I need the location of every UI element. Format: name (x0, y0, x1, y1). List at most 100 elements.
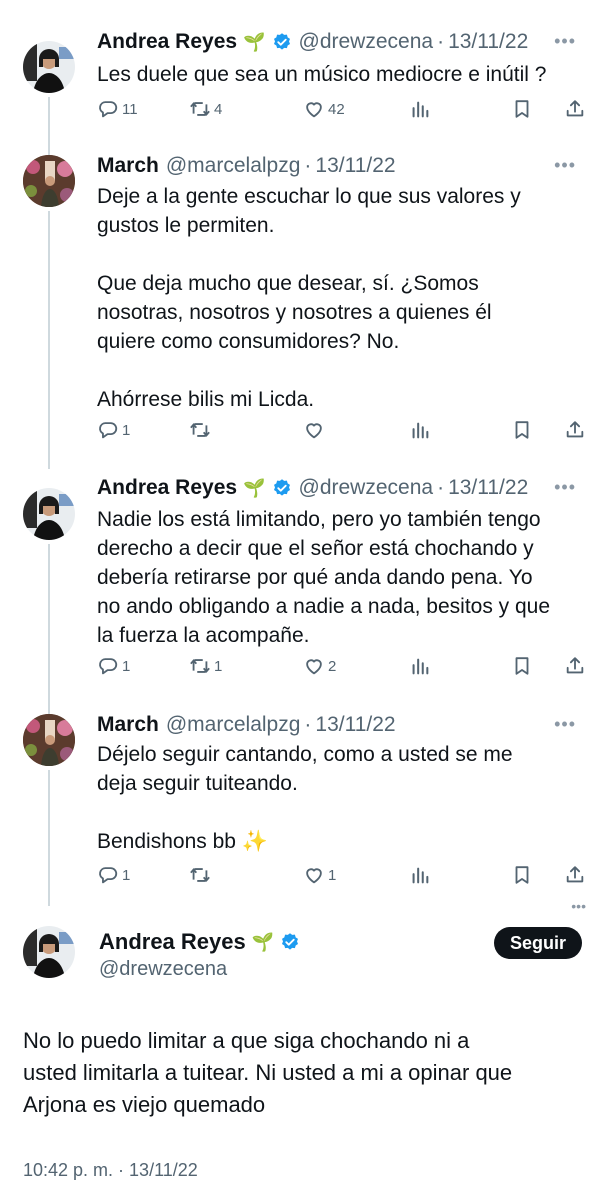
retweet-icon (189, 655, 211, 677)
reply-icon (97, 98, 119, 120)
heart-icon (303, 655, 325, 677)
more-icon[interactable]: ••• (554, 477, 576, 498)
tweet-date[interactable]: 13/11/22 (315, 154, 395, 178)
retweet-count: 1 (214, 657, 223, 675)
tweet-4[interactable]: March @marcelalpzg · 13/11/22 ••• Déjelo… (0, 712, 592, 906)
bookmark-button[interactable] (511, 864, 533, 886)
separator-dot: · (304, 154, 312, 177)
author-handle[interactable]: @drewzecena (299, 476, 434, 500)
tweet-date[interactable]: 13/11/22 (448, 30, 528, 54)
share-button[interactable] (564, 98, 586, 120)
main-tweet-text: No lo puedo limitar a que siga chochando… (23, 1025, 583, 1121)
avatar[interactable] (23, 926, 75, 978)
seedling-emoji: 🌱 (243, 31, 266, 52)
verified-badge-icon (272, 478, 292, 498)
reply-button[interactable]: 1 (97, 655, 130, 677)
like-count: 2 (328, 657, 337, 675)
action-bar: 1 1 (97, 864, 592, 888)
views-button[interactable] (409, 98, 431, 120)
like-button[interactable]: 2 (303, 655, 336, 677)
bookmark-icon (511, 98, 533, 120)
main-author-handle[interactable]: @drewzecena (99, 958, 227, 981)
views-button[interactable] (409, 864, 431, 886)
reply-count: 1 (122, 421, 131, 439)
tweet-header: March @marcelalpzg · 13/11/22 (97, 712, 396, 738)
verified-badge-icon (280, 932, 300, 952)
retweet-button[interactable]: 4 (189, 98, 222, 120)
text-line: Ahórrese bilis mi Licda. (97, 388, 315, 411)
text-line: Arjona es viejo quemado (23, 1092, 266, 1117)
heart-icon (303, 864, 325, 886)
text-line: gustos le permiten. (97, 214, 275, 237)
avatar-image (23, 714, 75, 766)
retweet-button[interactable] (189, 864, 214, 886)
more-icon[interactable]: ••• (554, 714, 576, 735)
tweet-text: Déjelo seguir cantando, como a usted se … (97, 740, 557, 856)
avatar[interactable] (23, 488, 75, 540)
tweet-date[interactable]: 13/11/22 (448, 476, 528, 500)
retweet-count: 4 (214, 100, 223, 118)
tweet-header: Andrea Reyes 🌱 @drewzecena · 13/11/22 (97, 29, 528, 55)
tweet-date[interactable]: 13/11/22 (315, 713, 395, 737)
views-button[interactable] (409, 655, 431, 677)
avatar-image (23, 488, 75, 540)
retweet-icon (189, 419, 211, 441)
share-button[interactable] (564, 419, 586, 441)
author-handle[interactable]: @marcelalpzg (166, 713, 301, 737)
text-line: derecho a decir que el señor está chocha… (97, 537, 534, 560)
author-name[interactable]: Andrea Reyes (97, 476, 237, 500)
avatar-image (23, 926, 75, 978)
retweet-icon (189, 98, 211, 120)
author-name[interactable]: March (97, 154, 159, 178)
more-icon[interactable]: ••• (554, 31, 576, 52)
tweet-1[interactable]: Andrea Reyes 🌱 @drewzecena · 13/11/22 ••… (0, 29, 592, 155)
reply-button[interactable]: 11 (97, 98, 138, 120)
avatar[interactable] (23, 155, 75, 207)
retweet-button[interactable]: 1 (189, 655, 222, 677)
share-icon (564, 98, 586, 120)
follow-button[interactable]: Seguir (494, 927, 582, 959)
author-handle[interactable]: @marcelalpzg (166, 154, 301, 178)
views-button[interactable] (409, 419, 431, 441)
thread-line (48, 770, 50, 906)
like-count: 42 (328, 100, 345, 118)
text-line: Bendishons bb ✨ (97, 830, 268, 853)
main-author-name[interactable]: Andrea Reyes 🌱 (99, 929, 300, 955)
author-handle[interactable]: @drewzecena (299, 30, 434, 54)
bookmark-button[interactable] (511, 98, 533, 120)
avatar[interactable] (23, 41, 75, 93)
views-icon (409, 98, 431, 120)
tweet-3[interactable]: Andrea Reyes 🌱 @drewzecena · 13/11/22 ••… (0, 475, 592, 714)
author-name[interactable]: Andrea Reyes (99, 929, 246, 955)
like-button[interactable]: 42 (303, 98, 345, 120)
reply-button[interactable]: 1 (97, 419, 130, 441)
tweet-2[interactable]: March @marcelalpzg · 13/11/22 ••• Deje a… (0, 153, 592, 469)
views-icon (409, 655, 431, 677)
text-line: usted limitarla a tuitear. Ni usted a mi… (23, 1060, 513, 1085)
reply-icon (97, 655, 119, 677)
author-name[interactable]: March (97, 713, 159, 737)
text-line: Nadie los está limitando, pero yo tambié… (97, 508, 541, 531)
reply-button[interactable]: 1 (97, 864, 130, 886)
text-line: nosotras, nosotros y nosotres a quienes … (97, 301, 492, 324)
heart-icon (303, 98, 325, 120)
share-button[interactable] (564, 864, 586, 886)
text-line: quiere como consumidores? No. (97, 330, 400, 353)
separator-dot: · (437, 30, 445, 53)
reply-count: 1 (122, 866, 131, 884)
views-icon (409, 419, 431, 441)
like-button[interactable]: 1 (303, 864, 336, 886)
more-icon[interactable]: ••• (554, 155, 576, 176)
avatar[interactable] (23, 714, 75, 766)
text-line: Que deja mucho que desear, sí. ¿Somos (97, 272, 479, 295)
bookmark-button[interactable] (511, 655, 533, 677)
bookmark-button[interactable] (511, 419, 533, 441)
retweet-button[interactable] (189, 419, 214, 441)
share-button[interactable] (564, 655, 586, 677)
like-button[interactable] (303, 419, 328, 441)
share-icon (564, 419, 586, 441)
tweet-timestamp[interactable]: 10:42 p. m. · 13/11/22 (23, 1160, 198, 1181)
author-name[interactable]: Andrea Reyes (97, 30, 237, 54)
